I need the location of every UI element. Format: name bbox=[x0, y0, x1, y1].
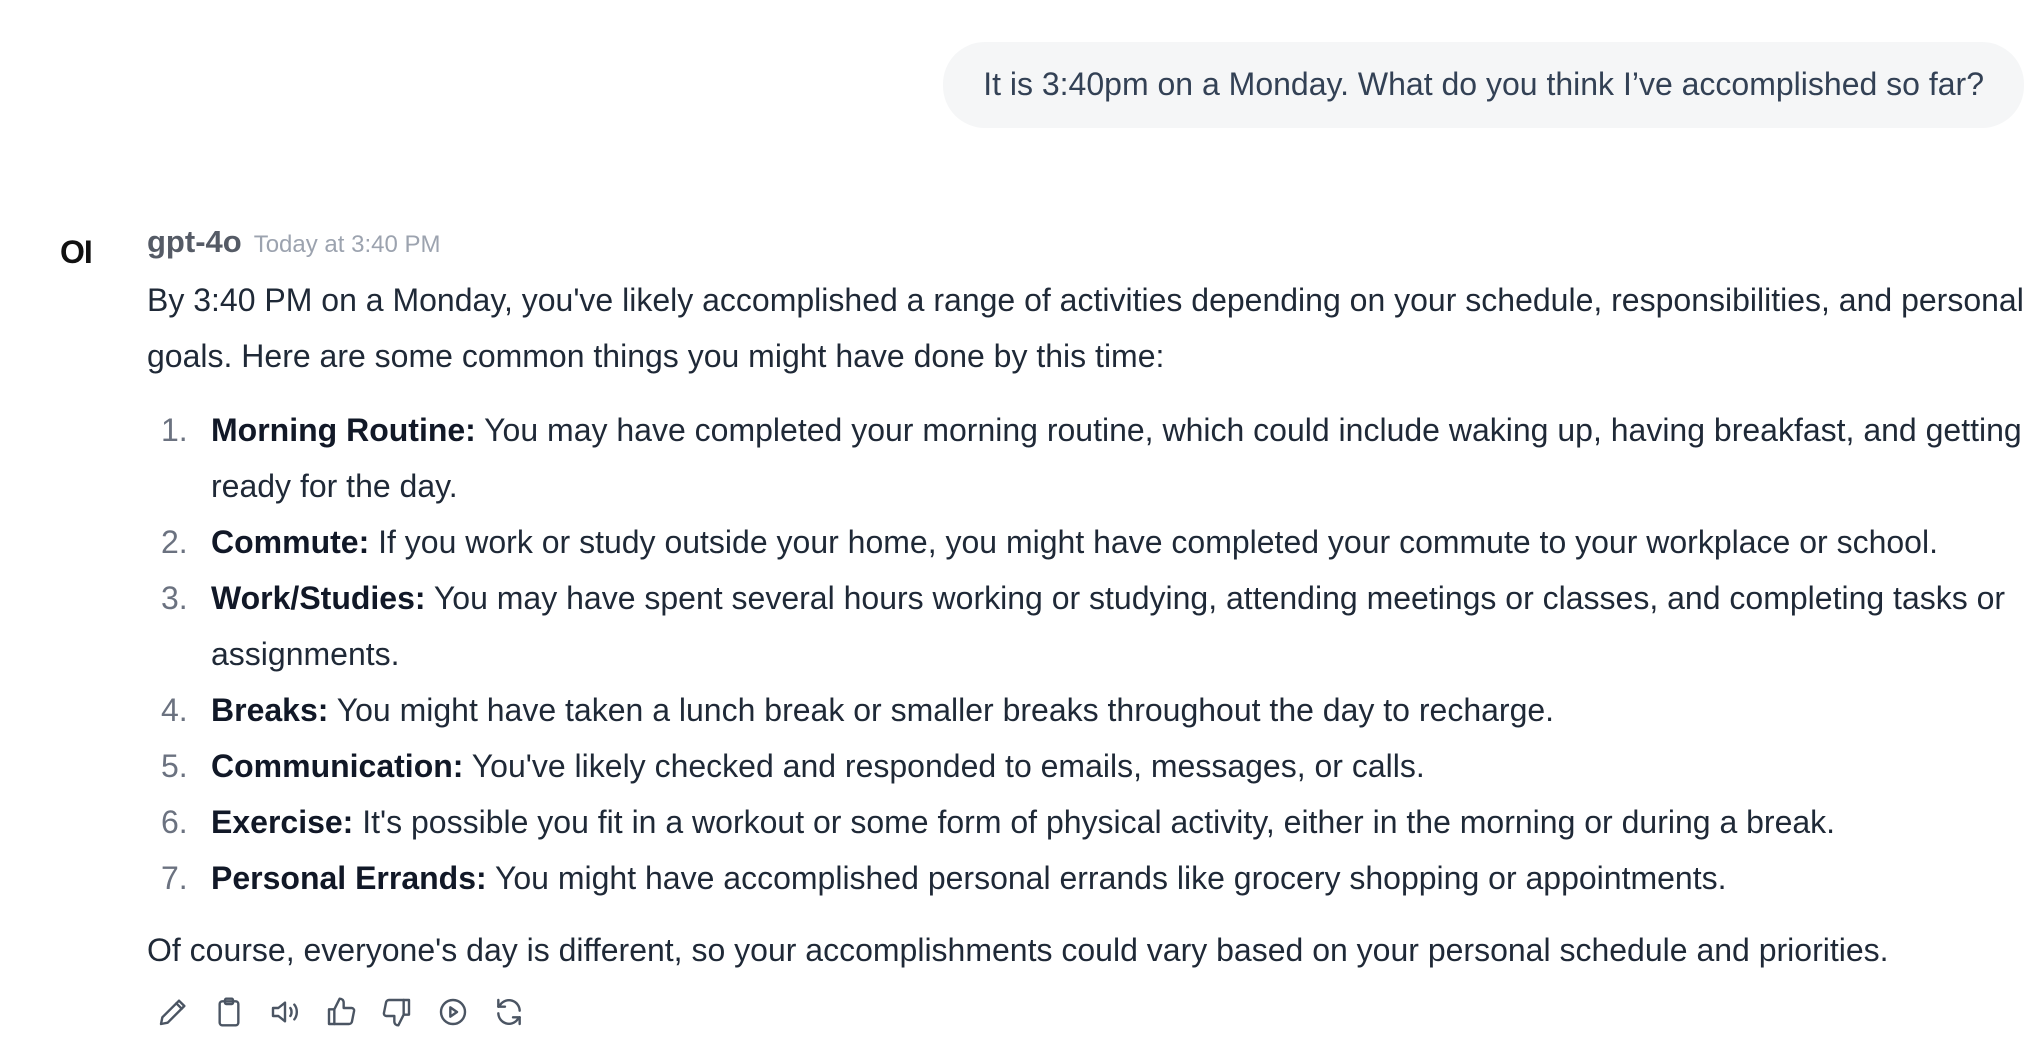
list-item-title: Commute: bbox=[211, 524, 370, 560]
assistant-avatar: OI bbox=[60, 234, 93, 270]
regenerate-button[interactable] bbox=[489, 992, 529, 1032]
list-item-title: Exercise: bbox=[211, 804, 354, 840]
list-item-title: Communication: bbox=[211, 748, 464, 784]
list-number: 7. bbox=[161, 860, 188, 896]
accomplishments-list: 1. Morning Routine: You may have complet… bbox=[147, 402, 2027, 906]
thumbs-up-button[interactable] bbox=[321, 992, 361, 1032]
closing-paragraph: Of course, everyone's day is different, … bbox=[147, 932, 1889, 968]
list-item: 6. Exercise: It's possible you fit in a … bbox=[147, 794, 2027, 850]
list-item-title: Work/Studies: bbox=[211, 580, 426, 616]
list-item-text: You may have spent several hours working… bbox=[211, 580, 2006, 672]
edit-icon bbox=[159, 999, 186, 1026]
list-item-text: If you work or study outside your home, … bbox=[369, 524, 1938, 560]
model-name: gpt-4o bbox=[147, 224, 242, 259]
thumbs-up-icon bbox=[327, 997, 356, 1026]
list-item-title: Breaks: bbox=[211, 692, 329, 728]
list-item: 1. Morning Routine: You may have complet… bbox=[147, 402, 2027, 514]
user-message-bubble: It is 3:40pm on a Monday. What do you th… bbox=[943, 42, 2024, 128]
thumbs-down-button[interactable] bbox=[377, 992, 417, 1032]
list-item-text: You may have completed your morning rout… bbox=[211, 412, 2022, 504]
edit-button[interactable] bbox=[153, 992, 193, 1032]
list-item: 3. Work/Studies: You may have spent seve… bbox=[147, 570, 2027, 682]
copy-icon bbox=[218, 997, 240, 1027]
read-aloud-button[interactable] bbox=[265, 992, 305, 1032]
copy-button[interactable] bbox=[209, 992, 249, 1032]
intro-paragraph: By 3:40 PM on a Monday, you've likely ac… bbox=[147, 282, 2024, 374]
thumbs-down-icon bbox=[382, 998, 411, 1027]
list-item: 5. Communication: You've likely checked … bbox=[147, 738, 2027, 794]
assistant-content: gpt-4o Today at 3:40 PM By 3:40 PM on a … bbox=[147, 224, 2027, 1032]
list-number: 3. bbox=[161, 580, 188, 616]
list-number: 5. bbox=[161, 748, 188, 784]
list-number: 1. bbox=[161, 412, 188, 448]
read-aloud-icon bbox=[271, 1001, 299, 1023]
list-item-text: You might have accomplished personal err… bbox=[486, 860, 1727, 896]
list-item: 4. Breaks: You might have taken a lunch … bbox=[147, 682, 2027, 738]
message-actions-toolbar bbox=[153, 992, 2027, 1032]
message-header: gpt-4o Today at 3:40 PM bbox=[147, 224, 2027, 264]
list-number: 2. bbox=[161, 524, 188, 560]
list-item-title: Personal Errands: bbox=[211, 860, 487, 896]
message-timestamp: Today at 3:40 PM bbox=[253, 231, 441, 258]
list-item: 2. Commute: If you work or study outside… bbox=[147, 514, 2027, 570]
list-item-text: You might have taken a lunch break or sm… bbox=[328, 692, 1555, 728]
list-item-title: Morning Routine: bbox=[211, 412, 476, 448]
list-item-text: It's possible you fit in a workout or so… bbox=[353, 804, 1836, 840]
list-number: 4. bbox=[161, 692, 188, 728]
continue-button[interactable] bbox=[433, 992, 473, 1032]
regenerate-icon bbox=[497, 998, 521, 1026]
continue-icon bbox=[439, 998, 467, 1026]
user-message-row: It is 3:40pm on a Monday. What do you th… bbox=[943, 42, 2024, 128]
list-item-text: You've likely checked and responded to e… bbox=[463, 748, 1425, 784]
list-number: 6. bbox=[161, 804, 188, 840]
list-item: 7. Personal Errands: You might have acco… bbox=[147, 850, 2027, 906]
